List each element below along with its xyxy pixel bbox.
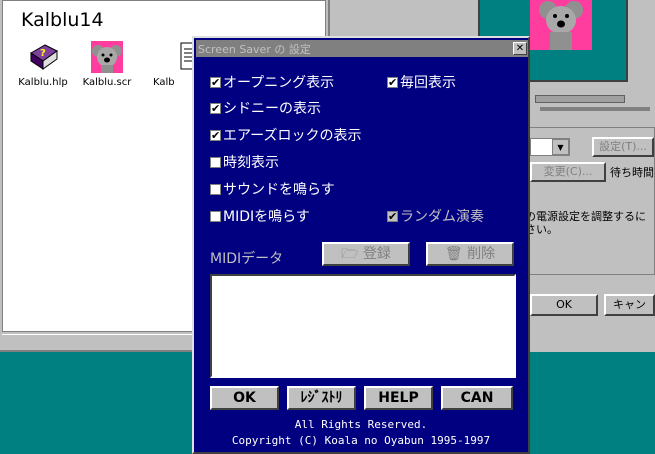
checkbox-box[interactable] <box>210 211 221 222</box>
power-text: の電源設定を調整するに さい。 <box>525 210 646 236</box>
checkbox-label: エアーズロックの表示 <box>223 128 362 144</box>
change-button[interactable]: 変更(C)... <box>530 162 606 182</box>
file-name: Kalblu.scr <box>82 77 132 88</box>
checkbox-label: 毎回表示 <box>400 75 456 91</box>
preview-image <box>530 0 592 50</box>
checkbox-every-time[interactable]: 毎回表示 <box>387 74 456 92</box>
checkbox-random[interactable]: ランダム演奏 <box>387 208 484 226</box>
help-book-icon: ? <box>30 44 58 70</box>
cancel-button[interactable]: キャン <box>604 294 655 316</box>
koala-preview-icon <box>539 1 583 50</box>
checkbox-midi[interactable]: MIDIを鳴らす <box>210 208 310 226</box>
folder-icon: 🗁 <box>341 246 359 262</box>
checkbox-box[interactable] <box>210 184 221 195</box>
checkbox-label: オープニング表示 <box>223 75 335 91</box>
close-icon[interactable]: ✕ <box>513 42 527 55</box>
ok-button[interactable]: OK <box>210 386 279 410</box>
checkbox-box[interactable] <box>210 157 221 168</box>
file-item-scr[interactable]: Kalblu.scr <box>77 41 137 88</box>
help-button[interactable]: HELP <box>364 386 433 410</box>
delete-button[interactable]: 🗑 削除 <box>426 242 514 266</box>
file-item-txt[interactable]: Kalb <box>153 41 198 88</box>
dialog-title: Screen Saver の 設定 <box>198 43 311 56</box>
midi-data-label: MIDIデータ <box>210 251 284 267</box>
checkbox-box[interactable] <box>210 100 221 118</box>
checkbox-label: MIDIを鳴らす <box>223 209 310 225</box>
trash-icon: 🗑 <box>444 246 463 262</box>
register-label: 登録 <box>362 246 391 262</box>
cancel-button[interactable]: CAN <box>441 386 513 410</box>
checkbox-label: サウンドを鳴らす <box>223 182 335 198</box>
checkbox-label: ランダム演奏 <box>400 209 484 225</box>
folder-title: Kalblu14 <box>21 9 104 31</box>
screen-saver-settings-dialog: Screen Saver の 設定 ✕ オープニング表示 毎回表示 シドニーの表… <box>192 36 530 454</box>
dialog-titlebar: Screen Saver の 設定 ✕ <box>196 40 528 57</box>
delete-label: 削除 <box>467 246 496 262</box>
divider <box>540 107 650 111</box>
checkbox-box[interactable] <box>210 127 221 145</box>
chevron-down-icon[interactable]: ▼ <box>552 139 569 155</box>
wait-time-label: 待ち時間 <box>610 166 654 179</box>
checkbox-label: シドニーの表示 <box>223 101 321 117</box>
file-item-hlp[interactable]: ? Kalblu.hlp <box>13 41 73 88</box>
midi-data-list[interactable] <box>210 274 516 378</box>
checkbox-label: 時刻表示 <box>223 155 279 171</box>
checkbox-sydney[interactable]: シドニーの表示 <box>210 100 321 118</box>
file-name: Kalb <box>153 77 175 88</box>
checkbox-sound[interactable]: サウンドを鳴らす <box>210 181 335 199</box>
checkbox-box[interactable] <box>387 74 398 92</box>
svg-text:?: ? <box>40 48 46 59</box>
checkbox-box[interactable] <box>210 74 221 92</box>
copyright-line-1: All Rights Reserved. <box>294 418 428 431</box>
file-name: Kalblu.hlp <box>18 77 68 88</box>
koala-icon <box>91 41 123 73</box>
register-button[interactable]: 🗁 登録 <box>322 242 410 266</box>
checkbox-ayers-rock[interactable]: エアーズロックの表示 <box>210 127 361 145</box>
monitor-base <box>535 95 625 103</box>
settings-button[interactable]: 設定(T)... <box>592 137 654 157</box>
registry-button[interactable]: ﾚｼﾞｽﾄﾘ <box>287 386 356 410</box>
checkbox-box[interactable] <box>387 208 398 226</box>
checkbox-clock[interactable]: 時刻表示 <box>210 154 279 172</box>
copyright-line-2: Copyright (C) Koala no Oyabun 1995-1997 <box>231 434 491 447</box>
ok-button[interactable]: OK <box>530 294 598 316</box>
checkbox-opening[interactable]: オープニング表示 <box>210 74 334 92</box>
